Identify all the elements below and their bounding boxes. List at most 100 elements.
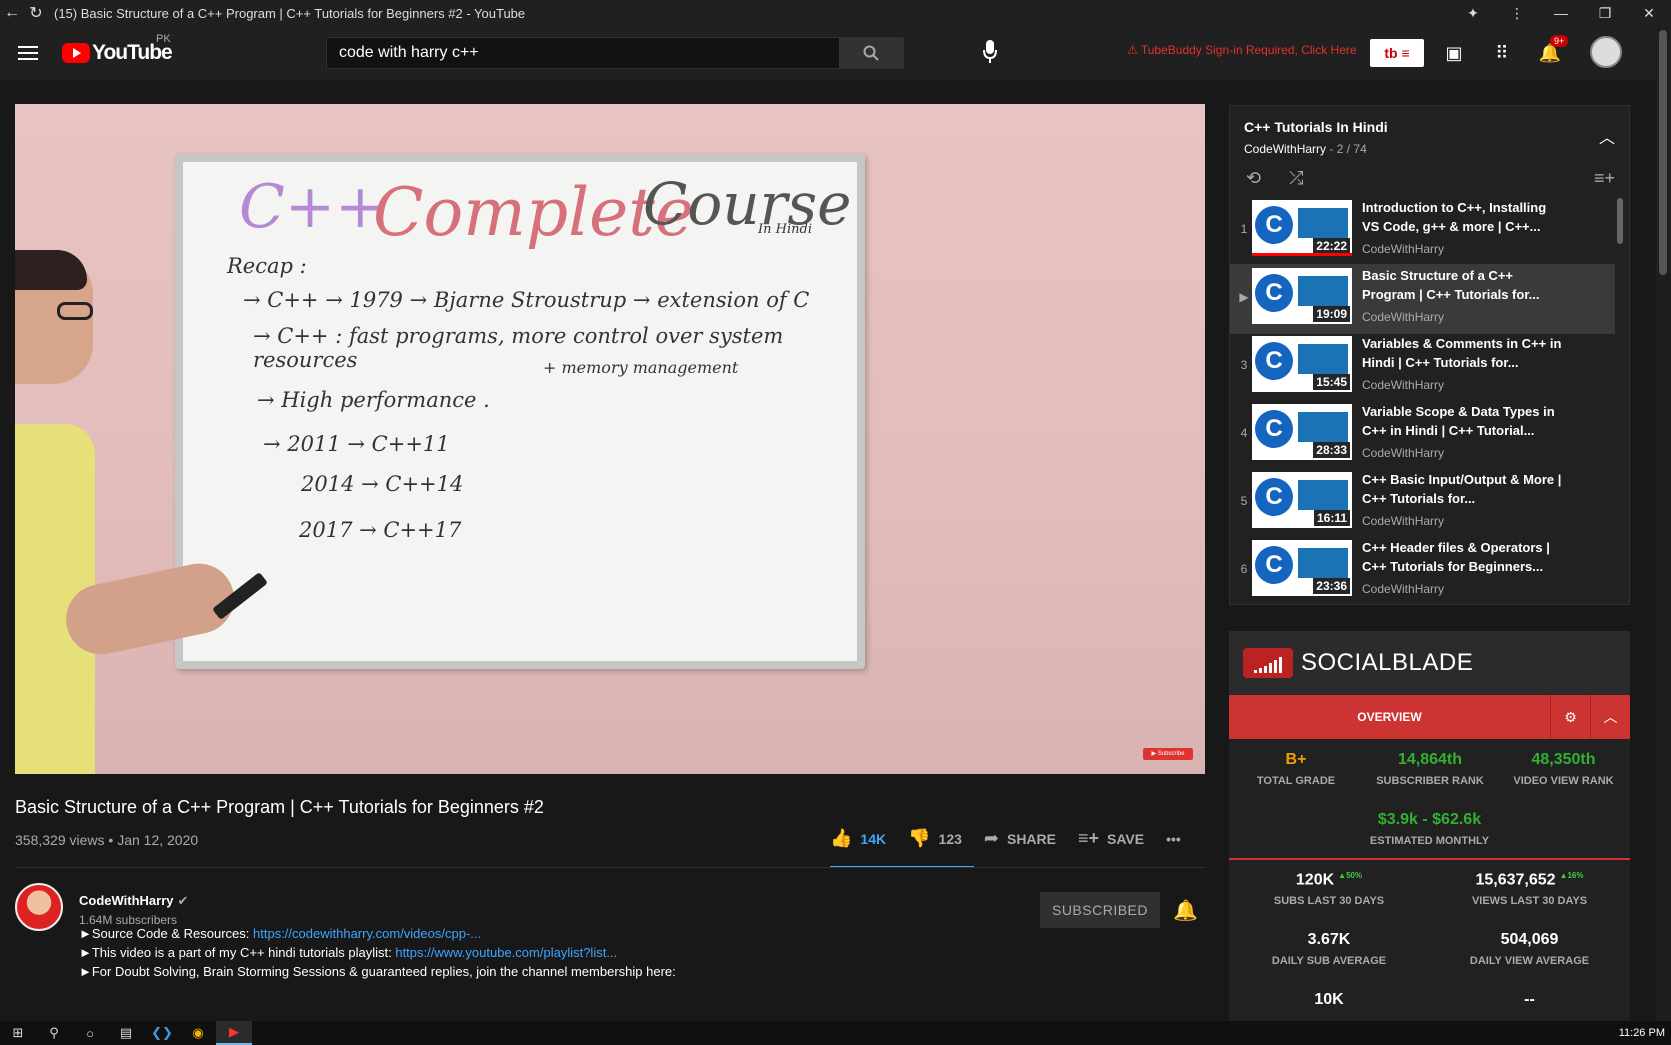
playlist-item[interactable]: 3 C 15:45 Variables & Comments in C++ in …: [1230, 332, 1615, 402]
subscriber-rank: 14,864th SUBSCRIBER RANK: [1376, 751, 1484, 787]
kebab-menu-icon[interactable]: ⋮: [1495, 5, 1539, 22]
chevron-up-icon[interactable]: ︿: [1599, 124, 1615, 148]
hamburger-menu-icon[interactable]: [18, 46, 38, 60]
stat-row4-left: 10K: [1314, 991, 1344, 1008]
playlist-item-channel: CodeWithHarry: [1362, 582, 1445, 596]
like-button[interactable]: 👍 14K: [830, 828, 886, 849]
views-last-30-days: 15,637,652 ▲16% VIEWS LAST 30 DAYS: [1471, 871, 1588, 908]
playlist-link[interactable]: https://www.youtube.com/playlist?list...: [395, 945, 617, 960]
video-actions: 👍 14K 👎 123 ➦ SHARE ≡+ SAVE •••: [830, 828, 1203, 849]
dislike-button[interactable]: 👎 123: [908, 828, 962, 849]
playlist-add-icon: ≡+: [1078, 828, 1100, 848]
channel-avatar[interactable]: [15, 883, 63, 931]
stat-row4-right: --: [1524, 991, 1535, 1008]
source-code-link[interactable]: https://codewithharry.com/videos/cpp-...: [253, 926, 481, 941]
whiteboard: C++ Complete Course In Hindi Recap : → C…: [175, 154, 865, 669]
playlist-item-channel: CodeWithHarry: [1362, 378, 1445, 392]
playlist-item[interactable]: 6 C 23:36 C++ Header files & Operators | …: [1230, 536, 1615, 604]
search-box[interactable]: code with harry c++: [326, 37, 904, 69]
windows-start-icon[interactable]: ⊞: [0, 1021, 36, 1045]
shuffle-icon[interactable]: ⤮: [1289, 168, 1303, 189]
playlist-item[interactable]: 1 C 22:22 Introduction to C++, Installing…: [1230, 196, 1615, 266]
video-thumbnail: C 15:45: [1252, 336, 1352, 392]
tubebuddy-menu-button[interactable]: tb ≡: [1370, 39, 1424, 67]
subscribe-watermark[interactable]: ▶ Subscribe: [1143, 748, 1193, 760]
notification-bell-icon[interactable]: 🔔: [1173, 898, 1198, 923]
socialblade-tab-bar: OVERVIEW ⚙ ︿: [1229, 695, 1630, 739]
video-title: Basic Structure of a C++ Program | C++ T…: [15, 797, 544, 817]
save-button[interactable]: ≡+ SAVE: [1078, 828, 1144, 849]
video-thumbnail: C 16:11: [1252, 472, 1352, 528]
estimated-monthly: $3.9k - $62.6k ESTIMATED MONTHLY: [1369, 811, 1490, 847]
create-video-icon[interactable]: ▣: [1442, 41, 1466, 65]
description-line-2: ►This video is a part of my C++ hindi tu…: [79, 945, 618, 960]
share-arrow-icon: ➦: [983, 828, 999, 848]
playlist-scrollbar[interactable]: [1617, 198, 1623, 244]
video-view-rank: 48,350th VIDEO VIEW RANK: [1513, 751, 1614, 787]
vscode-icon[interactable]: ❮❯: [144, 1021, 180, 1045]
youtube-header: YouTube PK code with harry c++ ⚠ TubeBud…: [0, 26, 1656, 80]
playlist-item-title: Introduction to C++, Installing VS Code,…: [1362, 200, 1547, 234]
close-button[interactable]: ✕: [1627, 5, 1671, 22]
video-thumbnail: C 28:33: [1252, 404, 1352, 460]
loop-icon[interactable]: ⟲: [1246, 168, 1261, 189]
video-player[interactable]: C++ Complete Course In Hindi Recap : → C…: [15, 104, 1205, 774]
search-input[interactable]: code with harry c++: [327, 44, 839, 62]
save-playlist-icon[interactable]: ≡+: [1594, 168, 1615, 189]
more-actions-icon[interactable]: •••: [1166, 831, 1181, 847]
daily-view-average: 504,069 DAILY VIEW AVERAGE: [1469, 931, 1590, 967]
playlist-title[interactable]: C++ Tutorials In Hindi: [1244, 119, 1388, 135]
youtube-play-icon: [62, 43, 90, 63]
youtube-logo[interactable]: YouTube PK: [62, 33, 173, 65]
video-meta: 358,329 views • Jan 12, 2020: [15, 832, 199, 848]
thumbs-up-icon: 👍: [830, 828, 853, 848]
apps-grid-icon[interactable]: ⠿: [1490, 41, 1514, 65]
chrome-icon[interactable]: ◉: [180, 1021, 216, 1045]
verified-check-icon: ✔: [177, 893, 189, 908]
playlist-item[interactable]: 5 C 16:11 C++ Basic Input/Output & More |…: [1230, 468, 1615, 538]
task-view-icon[interactable]: ▤: [108, 1021, 144, 1045]
minimize-button[interactable]: —: [1539, 5, 1583, 21]
share-button[interactable]: ➦ SHARE: [984, 828, 1056, 849]
account-avatar[interactable]: [1590, 36, 1622, 68]
window-titlebar: ← ↻ (15) Basic Structure of a C++ Progra…: [0, 0, 1671, 26]
playlist-item-title: C++ Basic Input/Output & More | C++ Tuto…: [1362, 472, 1562, 506]
playlist-item-current[interactable]: ▶ C 19:09 Basic Structure of a C++ Progra…: [1230, 264, 1615, 334]
channel-name[interactable]: CodeWithHarry ✔: [79, 893, 188, 909]
subs-last-30-days: 120K ▲50% SUBS LAST 30 DAYS: [1273, 871, 1385, 908]
country-code: PK: [156, 33, 171, 45]
search-icon: [863, 45, 879, 61]
taskbar: ⊞ ⚲ ○ ▤ ❮❯ ◉ ▶ 11:26 PM: [0, 1021, 1671, 1045]
youtube-app-icon[interactable]: ▶: [216, 1021, 252, 1045]
playlist-item-title: Basic Structure of a C++ Program | C++ T…: [1362, 268, 1540, 302]
cortana-icon[interactable]: ○: [72, 1021, 108, 1045]
total-grade: B+ TOTAL GRADE: [1256, 751, 1336, 787]
back-arrow-icon[interactable]: ←: [0, 1, 24, 25]
window-controls: ✦ ⋮ — ❐ ✕: [1451, 0, 1671, 26]
extension-puzzle-icon[interactable]: ✦: [1451, 5, 1495, 22]
page-scrollbar[interactable]: [1656, 26, 1671, 1024]
chevron-up-icon[interactable]: ︿: [1590, 695, 1630, 739]
notifications-badge: 9+: [1550, 35, 1569, 47]
playlist-item-channel: CodeWithHarry: [1362, 514, 1445, 528]
socialblade-panel: SOCIALBLADE OVERVIEW ⚙ ︿ B+ TOTAL GRADE …: [1229, 631, 1630, 1024]
gear-icon[interactable]: ⚙: [1550, 695, 1590, 739]
video-thumbnail: C 19:09: [1252, 268, 1352, 324]
description-line-3: ►For Doubt Solving, Brain Storming Sessi…: [79, 964, 676, 979]
playlist-item-title: Variables & Comments in C++ in Hindi | C…: [1362, 336, 1562, 370]
taskbar-clock: 11:26 PM: [1618, 1027, 1665, 1039]
overview-tab[interactable]: OVERVIEW: [1229, 710, 1550, 724]
subscribed-button[interactable]: SUBSCRIBED: [1040, 892, 1160, 928]
socialblade-header: SOCIALBLADE: [1229, 631, 1630, 695]
divider: [1229, 858, 1630, 860]
window-title: (15) Basic Structure of a C++ Program | …: [54, 5, 526, 21]
restore-button[interactable]: ❐: [1583, 5, 1627, 22]
thumbs-down-icon: 👎: [908, 828, 931, 848]
search-icon[interactable]: ⚲: [36, 1021, 72, 1045]
search-button[interactable]: [839, 38, 903, 68]
playlist-item[interactable]: 4 C 28:33 Variable Scope & Data Types in …: [1230, 400, 1615, 470]
microphone-icon[interactable]: [983, 40, 997, 64]
daily-sub-average: 3.67K DAILY SUB AVERAGE: [1271, 931, 1387, 967]
reload-icon[interactable]: ↻: [24, 1, 48, 25]
tubebuddy-warning-link[interactable]: ⚠ TubeBuddy Sign-in Required, Click Here: [1127, 43, 1357, 57]
